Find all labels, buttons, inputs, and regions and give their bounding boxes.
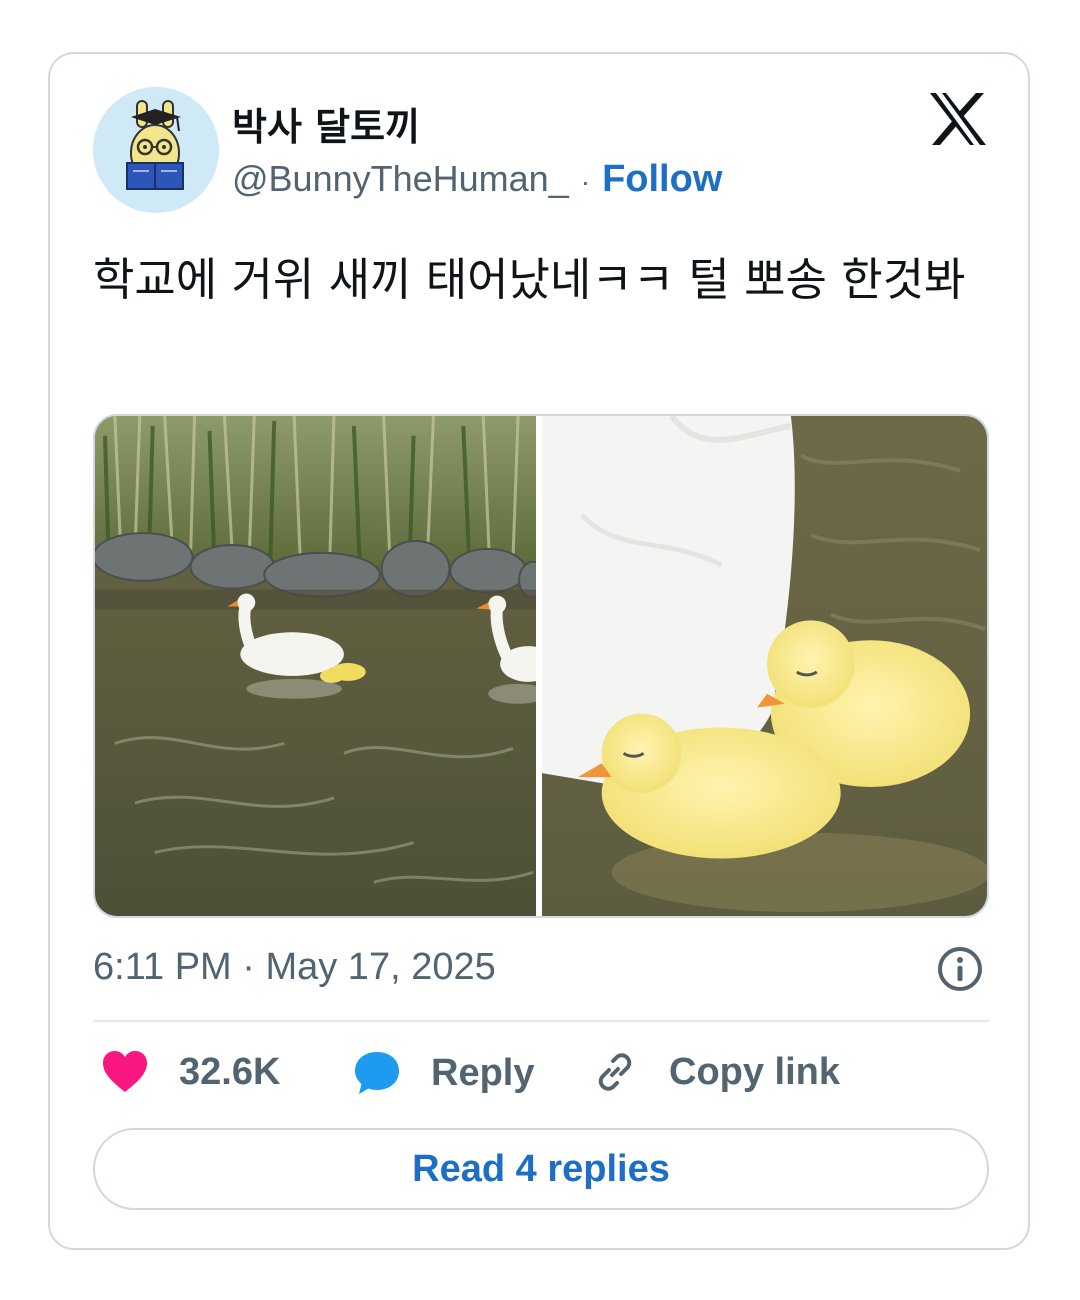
tweet-timestamp[interactable]: 6:11 PM · May 17, 2025 [93, 946, 496, 989]
link-icon [598, 1053, 632, 1091]
action-bar: 32.6K Reply Copy link [93, 1050, 989, 1100]
author-handle[interactable]: @BunnyTheHuman_ [232, 158, 569, 200]
avatar[interactable] [93, 87, 219, 213]
goslings-closeup-photo-icon [542, 416, 987, 916]
media-grid [93, 414, 989, 918]
read-replies-label: Read 4 replies [412, 1147, 670, 1190]
follow-button[interactable]: Follow [602, 158, 722, 201]
author-display-name[interactable]: 박사 달토끼 [232, 96, 420, 151]
tweet-text: 학교에 거위 새끼 태어났네ㅋㅋ 털 뽀송 한것봐 [93, 253, 966, 306]
copy-link-label: Copy link [669, 1050, 841, 1093]
bunny-avatar-icon [93, 87, 219, 213]
tweet-card: 박사 달토끼 @BunnyTheHuman_ · Follow 학교에 거위 새… [48, 52, 1030, 1250]
like-button[interactable]: 32.6K [101, 1050, 280, 1094]
author-handle-row: @BunnyTheHuman_ · Follow [232, 158, 722, 201]
heart-icon [103, 1051, 147, 1092]
reply-button[interactable]: Reply [353, 1050, 534, 1096]
reply-label: Reply [431, 1051, 535, 1094]
photo-goose-pond[interactable] [95, 416, 537, 916]
like-count: 32.6K [179, 1050, 281, 1093]
info-icon[interactable] [936, 945, 984, 993]
goose-pond-photo-icon [95, 416, 537, 916]
read-replies-button[interactable]: Read 4 replies [93, 1128, 989, 1210]
x-logo-icon[interactable] [928, 91, 988, 147]
copy-link-button[interactable]: Copy link [593, 1050, 840, 1094]
separator-dot: · [580, 166, 591, 197]
divider [93, 1020, 989, 1022]
reply-bubble-icon [355, 1052, 399, 1094]
photo-goslings-closeup[interactable] [542, 416, 987, 916]
